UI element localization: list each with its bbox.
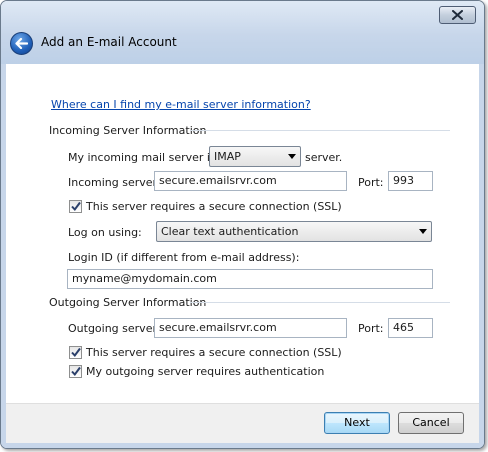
logon-label: Log on using: xyxy=(68,226,142,239)
back-arrow-icon xyxy=(15,38,28,49)
incoming-port-input[interactable]: 993 xyxy=(388,171,433,191)
checkmark-icon xyxy=(71,366,81,377)
dialog-window: Add an E-mail Account Where can I find m… xyxy=(0,0,485,449)
login-id-input[interactable]: myname@mydomain.com xyxy=(67,269,433,289)
incoming-type-prefix: My incoming mail server is a xyxy=(68,151,226,164)
incoming-server-label: Incoming server: xyxy=(68,176,161,189)
incoming-ssl-checkbox[interactable] xyxy=(69,200,82,213)
outgoing-group-divider xyxy=(190,302,450,303)
incoming-server-input[interactable]: secure.emailsrvr.com xyxy=(154,171,347,191)
chevron-down-icon xyxy=(419,229,427,234)
close-icon xyxy=(452,10,463,20)
outgoing-port-input[interactable]: 465 xyxy=(388,318,433,338)
server-info-help-link[interactable]: Where can I find my e-mail server inform… xyxy=(51,98,311,111)
next-button[interactable]: Next xyxy=(324,412,390,434)
incoming-type-select[interactable]: IMAP xyxy=(209,146,301,167)
incoming-group-label: Incoming Server Information xyxy=(49,124,207,137)
incoming-type-value: IMAP xyxy=(214,150,241,163)
dialog-title: Add an E-mail Account xyxy=(41,35,177,49)
checkmark-icon xyxy=(71,201,81,212)
incoming-group-divider xyxy=(190,130,450,131)
checkmark-icon xyxy=(71,347,81,358)
login-id-label: Login ID (if different from e-mail addre… xyxy=(68,251,300,264)
outgoing-auth-checkbox[interactable] xyxy=(69,365,82,378)
outgoing-server-label: Outgoing server: xyxy=(68,322,161,335)
logon-method-select[interactable]: Clear text authentication xyxy=(156,221,432,242)
incoming-port-label: Port: xyxy=(358,176,384,189)
incoming-type-suffix: server. xyxy=(305,151,343,164)
outgoing-group-label: Outgoing Server Information xyxy=(49,296,207,309)
cancel-button[interactable]: Cancel xyxy=(398,412,464,434)
title-bar: Add an E-mail Account xyxy=(1,1,484,64)
back-button[interactable] xyxy=(10,32,33,55)
outgoing-port-label: Port: xyxy=(358,322,384,335)
dialog-footer: Next Cancel xyxy=(6,403,479,443)
frame-bottom xyxy=(1,443,484,448)
close-button[interactable] xyxy=(439,6,476,24)
outgoing-ssl-checkbox[interactable] xyxy=(69,346,82,359)
outgoing-server-input[interactable]: secure.emailsrvr.com xyxy=(154,318,347,338)
chevron-down-icon xyxy=(288,154,296,159)
dialog-content: Where can I find my e-mail server inform… xyxy=(6,64,479,404)
logon-method-value: Clear text authentication xyxy=(161,225,299,238)
frame-right xyxy=(479,64,484,448)
outgoing-auth-label: My outgoing server requires authenticati… xyxy=(86,365,325,378)
incoming-ssl-label: This server requires a secure connection… xyxy=(86,200,342,213)
outgoing-ssl-label: This server requires a secure connection… xyxy=(86,346,342,359)
